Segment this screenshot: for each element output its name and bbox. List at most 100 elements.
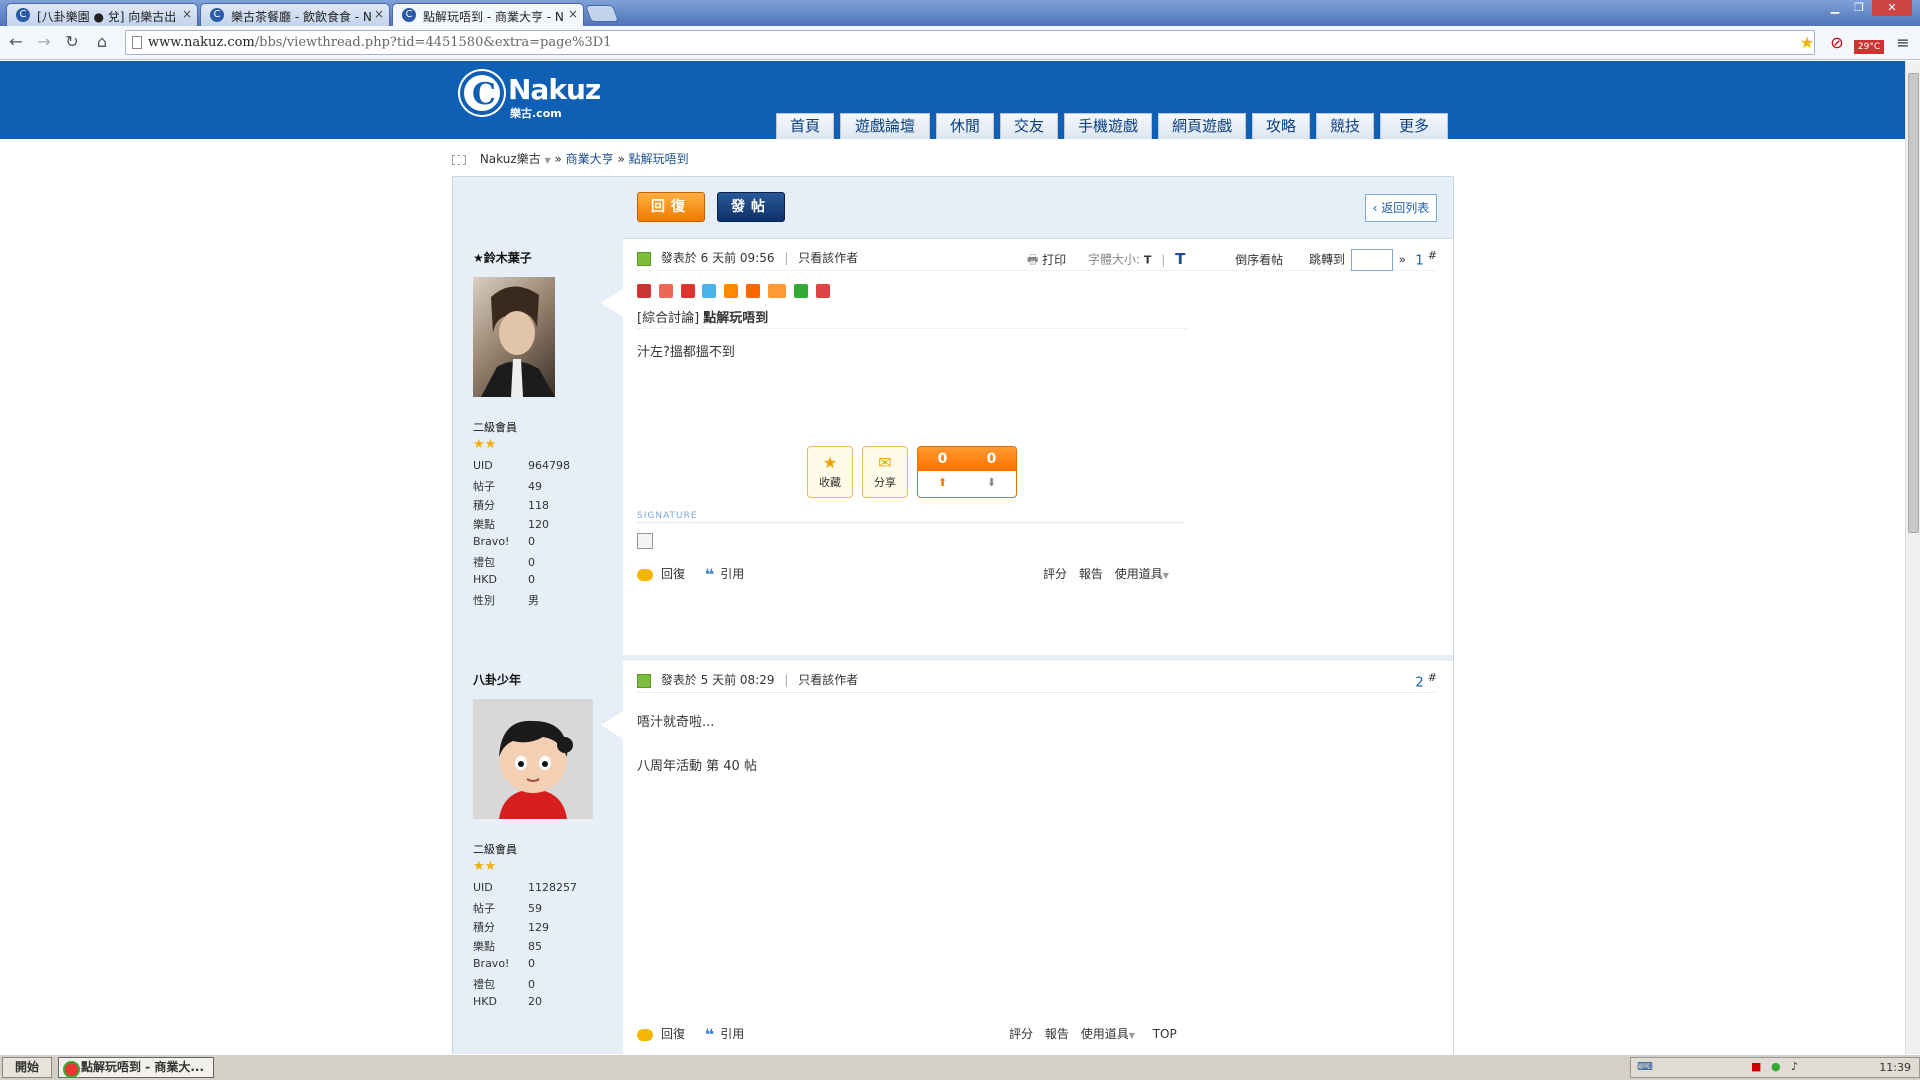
nav-esports[interactable]: 競技 (1316, 113, 1374, 139)
quote-link[interactable]: 引用 (720, 1027, 744, 1041)
home-icon[interactable]: ⌂ (92, 32, 112, 52)
browser-tab[interactable]: C 樂古茶餐廳 - 飲飲食食 - N × (200, 3, 390, 26)
close-tab-icon[interactable]: × (374, 7, 384, 21)
minimize-icon[interactable]: ▁ (1824, 0, 1846, 16)
network-icon[interactable]: ● (1771, 1060, 1781, 1073)
reply-button[interactable]: 回復 (637, 192, 705, 222)
post-category[interactable]: [綜合討論] (637, 311, 699, 326)
address-bar[interactable]: www.nakuz.com/bbs/viewthread.php?tid=445… (125, 30, 1815, 55)
chevron-down-icon: ▼ (1128, 1031, 1135, 1040)
stat-row: 禮包 0 (473, 556, 535, 569)
nav-home[interactable]: 首頁 (776, 113, 834, 139)
nav-more[interactable]: 更多 (1380, 113, 1448, 139)
post-footer: 回復 ❝ 引用 評分 報告 使用道具▼ (637, 565, 1437, 585)
new-post-button[interactable]: 發帖 (717, 192, 785, 222)
taskbar-window-item[interactable]: 點解玩唔到 - 商業大... (58, 1057, 214, 1078)
breadcrumb-thread[interactable]: 點解玩唔到 (629, 152, 689, 166)
back-to-list-button[interactable]: ‹ 返回列表 (1365, 194, 1437, 222)
browser-tab-active[interactable]: C 點解玩唔到 - 商業大亨 - N × (392, 3, 584, 26)
share-bar (637, 284, 834, 301)
logo-mark-icon: C (460, 71, 504, 115)
stat-row: 禮包 0 (473, 978, 535, 991)
restore-icon[interactable]: ❐ (1848, 0, 1870, 16)
stat-row: UID 1128257 (473, 881, 577, 894)
share-site-icon[interactable] (724, 284, 739, 298)
share-site-icon[interactable] (746, 284, 761, 298)
quote-link[interactable]: 引用 (720, 567, 744, 581)
nav-guides[interactable]: 攻略 (1252, 113, 1310, 139)
print-link[interactable]: 打印 (1042, 253, 1066, 267)
floor-number[interactable]: 1 # (1415, 249, 1437, 268)
thread-toolbar: 回復 發帖 ‹ 返回列表 (623, 177, 1453, 239)
weather-badge[interactable]: 29°C (1854, 40, 1884, 54)
avatar[interactable] (473, 277, 555, 397)
goto-label: 跳轉到 (1309, 252, 1346, 267)
close-window-icon[interactable]: ✕ (1872, 0, 1912, 16)
site-logo[interactable]: C Nakuz 樂古.com (460, 67, 601, 120)
stat-row: 性別男 (473, 594, 539, 607)
support-button[interactable]: ⬆支持 (918, 471, 967, 497)
ime-icon[interactable]: ⌨ (1637, 1060, 1653, 1073)
back-to-top-link[interactable]: TOP (1153, 1027, 1177, 1041)
stop-extension-icon[interactable]: ⊘ (1826, 32, 1848, 54)
post-header: 發表於 6 天前 09:56 | 只看該作者 🖶 打印 字體大小: T | T … (637, 249, 1437, 271)
reverse-order-link[interactable]: 倒序看帖 (1235, 253, 1283, 267)
share-google-icon[interactable] (793, 284, 808, 298)
vote-box: 0 0 ⬆支持⬇反對 (917, 446, 1017, 498)
only-author-link[interactable]: 只看該作者 (798, 673, 858, 687)
close-tab-icon[interactable]: × (568, 7, 578, 21)
start-button[interactable]: 開始 (2, 1057, 52, 1078)
share-site-icon[interactable] (637, 284, 651, 298)
author-name[interactable]: 八卦少年 (473, 671, 521, 688)
reply-link[interactable]: 回復 (661, 1027, 685, 1041)
share-site-icon[interactable] (658, 284, 673, 298)
oppose-button[interactable]: ⬇反對 (967, 471, 1016, 497)
bookmark-star-icon[interactable]: ★ (1796, 32, 1818, 54)
favorite-button[interactable]: ★ 收藏 (807, 446, 853, 498)
reply-link[interactable]: 回復 (661, 567, 685, 581)
page-scrollbar[interactable] (1905, 61, 1920, 1054)
avatar[interactable] (473, 699, 593, 819)
share-site-icon[interactable] (815, 284, 830, 298)
tray-app-icon[interactable]: ■ (1751, 1060, 1761, 1073)
use-tools-link[interactable]: 使用道具 (1115, 567, 1163, 581)
close-tab-icon[interactable]: × (182, 7, 192, 21)
nav-web-games[interactable]: 網頁遊戲 (1158, 113, 1246, 139)
rate-link[interactable]: 評分 (1009, 1027, 1033, 1041)
share-button[interactable]: ✉ 分享 (862, 446, 908, 498)
use-tools-link[interactable]: 使用道具 (1081, 1027, 1129, 1041)
author-stats: UID 964798 帖子 49 積分 118 樂點 120 Bravo! 0 禮包 0 H… (473, 459, 570, 611)
volume-icon[interactable]: ♪ (1791, 1060, 1798, 1073)
nav-leisure[interactable]: 休閒 (936, 113, 994, 139)
share-plurk-icon[interactable] (680, 284, 695, 298)
goto-floor-input[interactable] (1350, 249, 1393, 271)
breadcrumb-home[interactable]: Nakuz樂古 (480, 152, 541, 166)
reload-icon[interactable]: ↻ (62, 32, 82, 52)
back-arrow-icon[interactable]: ← (6, 32, 26, 52)
nav-mobile-games[interactable]: 手機遊戲 (1064, 113, 1152, 139)
breadcrumb-forum[interactable]: 商業大亨 (566, 152, 614, 166)
rank-stars-icon: ★★ (473, 437, 497, 452)
only-author-link[interactable]: 只看該作者 (798, 251, 858, 265)
share-twitter-icon[interactable] (702, 284, 717, 298)
report-link[interactable]: 報告 (1045, 1027, 1069, 1041)
post-header: 發表於 5 天前 08:29 | 只看該作者 2 # (637, 671, 1437, 693)
nav-social[interactable]: 交友 (1000, 113, 1058, 139)
avatar-portrait-icon (481, 286, 555, 397)
floor-number[interactable]: 2 # (1415, 671, 1437, 690)
new-tab-button[interactable] (584, 5, 620, 22)
browser-tab[interactable]: C [八卦樂園 ● 兌] 向樂古出 × (6, 3, 198, 26)
font-small-button[interactable]: T (1144, 254, 1152, 267)
stat-row: HKD 20 (473, 995, 542, 1008)
forward-arrow-icon[interactable]: → (34, 32, 54, 52)
menu-icon[interactable]: ≡ (1892, 32, 1914, 54)
report-link[interactable]: 報告 (1079, 567, 1103, 581)
rate-link[interactable]: 評分 (1043, 567, 1067, 581)
author-name[interactable]: ★鈴木葉子 (473, 249, 532, 266)
share-hd-icon[interactable] (767, 284, 786, 298)
stat-row: UID 964798 (473, 459, 570, 472)
nav-game-forum[interactable]: 遊戲論壇 (840, 113, 930, 139)
goto-button[interactable]: » (1399, 253, 1406, 267)
font-large-button[interactable]: T (1175, 250, 1185, 268)
scrollbar-thumb[interactable] (1908, 73, 1919, 533)
